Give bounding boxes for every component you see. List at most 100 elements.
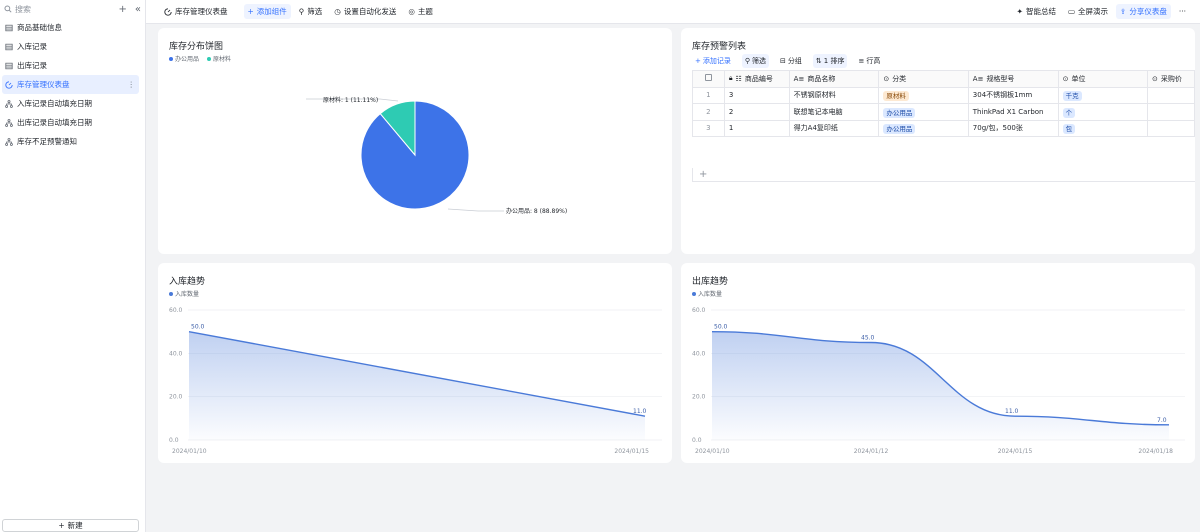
share-button[interactable]: ⇪ 分享仪表盘 xyxy=(1116,4,1171,19)
collapse-icon[interactable]: « xyxy=(135,4,141,15)
table-cell[interactable]: 2 xyxy=(723,103,790,121)
data-label: 50.0 xyxy=(191,324,205,331)
sidebar-item-label: 库存管理仪表盘 xyxy=(17,80,70,89)
y-tick-label: 0.0 xyxy=(169,437,179,444)
sidebar-item-label: 入库记录 xyxy=(17,42,47,51)
table-cell[interactable]: 3 xyxy=(723,86,790,104)
table-cell[interactable] xyxy=(1147,86,1195,104)
table-row[interactable]: 1 3 不锈钢原材料 原材料 304不锈钢板1mm 千克 xyxy=(692,86,1195,104)
table-cell[interactable]: 包 xyxy=(1057,119,1149,137)
sidebar: 搜索 + « 商品基础信息入库记录出库记录库存管理仪表盘 ⋮ 入库记录自动填充日期出… xyxy=(0,0,146,532)
sidebar-item[interactable]: 库存不足预警通知 xyxy=(2,132,139,151)
group-label: 分组 xyxy=(787,57,802,65)
theme-button[interactable]: ◎ 主题 xyxy=(404,4,437,19)
search-placeholder: 搜索 xyxy=(15,4,31,14)
column-label: 单位 xyxy=(1071,74,1086,83)
table-cell[interactable]: 个 xyxy=(1057,103,1149,121)
table-cell[interactable] xyxy=(1147,119,1195,137)
y-tick-label: 40.0 xyxy=(692,350,706,357)
table-row[interactable]: 3 1 得力A4复印纸 办公用品 70g/包，500张 包 xyxy=(692,119,1195,137)
table-cell[interactable]: ThinkPad X1 Carbon xyxy=(967,103,1059,121)
category-tag: 原材料 xyxy=(883,91,909,102)
auto-send-button[interactable]: ◷ 设置自动化发送 xyxy=(330,4,400,19)
category-tag: 包 xyxy=(1062,124,1076,135)
table-icon xyxy=(5,24,13,32)
column-header[interactable]: A≡ 规格型号 xyxy=(967,70,1059,88)
workflow-icon xyxy=(5,118,13,127)
table-row[interactable]: 2 2 联想笔记本电脑 办公用品 ThinkPad X1 Carbon 个 xyxy=(692,103,1195,121)
currency-icon: ⊙ xyxy=(1152,74,1158,83)
table-filter-button[interactable]: ⚲ 筛选 xyxy=(741,54,770,68)
filter-icon: ⚲ xyxy=(744,57,751,65)
column-header[interactable]: ⊙ 分类 xyxy=(878,70,969,88)
table-cell[interactable]: 得力A4复印纸 xyxy=(788,119,880,137)
table-header-row: 🔒︎ ☷ 商品编号 A≡ 商品名称 ⊙ 分类 A≡ 规格型号 ⊙ 单位 ⊙ 采购价 xyxy=(692,70,1195,88)
table-cell[interactable]: 304不锈钢板1mm xyxy=(967,86,1059,104)
more-vertical-icon[interactable]: ⋮ xyxy=(128,80,140,89)
sidebar-item[interactable]: 入库记录自动填充日期 xyxy=(2,94,139,113)
table-cell[interactable]: 1 xyxy=(723,119,790,137)
sidebar-item[interactable]: 入库记录 xyxy=(2,37,139,56)
area-fill xyxy=(189,331,645,440)
slice-label: 办公用品: 8 (88.89%) xyxy=(506,207,567,215)
add-widget-button[interactable]: + 添加组件 xyxy=(243,4,291,19)
sidebar-item[interactable]: 商品基础信息 xyxy=(2,18,139,37)
x-tick-label: 2024/01/15 xyxy=(614,448,649,455)
column-label: 采购价 xyxy=(1160,74,1182,83)
sidebar-item[interactable]: 库存管理仪表盘 ⋮ xyxy=(2,75,139,94)
table-cell[interactable]: 不锈钢原材料 xyxy=(788,86,880,104)
dashboard-title: 库存管理仪表盘 xyxy=(160,4,232,19)
smart-summary-button[interactable]: ✦ 智能总结 xyxy=(1013,4,1060,19)
data-label: 11.0 xyxy=(633,408,647,415)
add-row-button[interactable]: + xyxy=(692,168,1195,182)
sidebar-item[interactable]: 出库记录 xyxy=(2,56,139,75)
search-icon xyxy=(4,5,12,13)
table-cell[interactable]: 原材料 xyxy=(878,86,969,104)
fullscreen-button[interactable]: ▭ 全屏演示 xyxy=(1064,4,1112,19)
add-icon[interactable]: + xyxy=(118,4,126,15)
table-cell[interactable]: 办公用品 xyxy=(878,103,969,121)
cell-text: 不锈钢原材料 xyxy=(793,91,836,100)
dashboard-icon xyxy=(5,80,13,89)
sidebar-item-label: 入库记录自动填充日期 xyxy=(17,99,92,108)
column-label: 商品名称 xyxy=(807,74,836,83)
more-icon: ··· xyxy=(1178,7,1186,16)
table-cell[interactable]: 1 xyxy=(692,86,725,104)
theme-label: 主题 xyxy=(417,7,433,16)
search-input[interactable]: 搜索 xyxy=(4,4,118,15)
new-button[interactable]: + 新建 xyxy=(2,519,139,532)
sidebar-item-label: 库存不足预警通知 xyxy=(17,137,77,146)
sidebar-item-label: 出库记录自动填充日期 xyxy=(17,118,92,127)
pie-chart-card: 库存分布饼图 办公用品 原材料 原材料: 1 (11.11%) 办公用品: 8 (… xyxy=(158,28,672,254)
group-button[interactable]: ⊟ 分组 xyxy=(777,54,805,68)
dashboard-icon xyxy=(164,7,172,16)
column-header[interactable]: ⊙ 采购价 xyxy=(1147,70,1195,88)
table-cell[interactable]: 70g/包，500张 xyxy=(967,119,1059,137)
x-tick-label: 2024/01/12 xyxy=(854,448,889,455)
cell-text: 70g/包，500张 xyxy=(972,124,1023,133)
data-label: 45.0 xyxy=(861,335,875,342)
table-cell[interactable]: 办公用品 xyxy=(878,119,969,137)
filter-button[interactable]: ⚲ 筛选 xyxy=(295,4,327,19)
dashboard-title-text: 库存管理仪表盘 xyxy=(175,7,228,16)
table-cell[interactable] xyxy=(1147,103,1195,121)
table-cell[interactable]: 千克 xyxy=(1057,86,1149,104)
sort-button[interactable]: ⇅ 1 排序 xyxy=(812,54,848,68)
table-cell[interactable]: 3 xyxy=(692,119,725,137)
column-header[interactable]: 🔒︎ ☷ 商品编号 xyxy=(723,70,790,88)
sidebar-item[interactable]: 出库记录自动填充日期 xyxy=(2,113,139,132)
add-record-button[interactable]: + 添加记录 xyxy=(692,54,734,68)
table-cell[interactable]: 2 xyxy=(692,103,725,121)
table-icon xyxy=(5,62,13,70)
workflow-icon xyxy=(5,99,13,108)
table-filter-label: 筛选 xyxy=(752,57,767,65)
column-header[interactable]: ⊙ 单位 xyxy=(1057,70,1149,88)
table-cell[interactable]: 联想笔记本电脑 xyxy=(788,103,880,121)
more-button[interactable]: ··· xyxy=(1175,5,1190,18)
group-icon: ⊟ xyxy=(780,57,786,65)
select-all-checkbox[interactable] xyxy=(692,70,725,88)
card-title: 库存预警列表 xyxy=(692,42,747,52)
cell-text: 联想笔记本电脑 xyxy=(793,107,843,116)
row-height-button[interactable]: ≡ 行高 xyxy=(855,54,883,68)
column-header[interactable]: A≡ 商品名称 xyxy=(788,70,880,88)
